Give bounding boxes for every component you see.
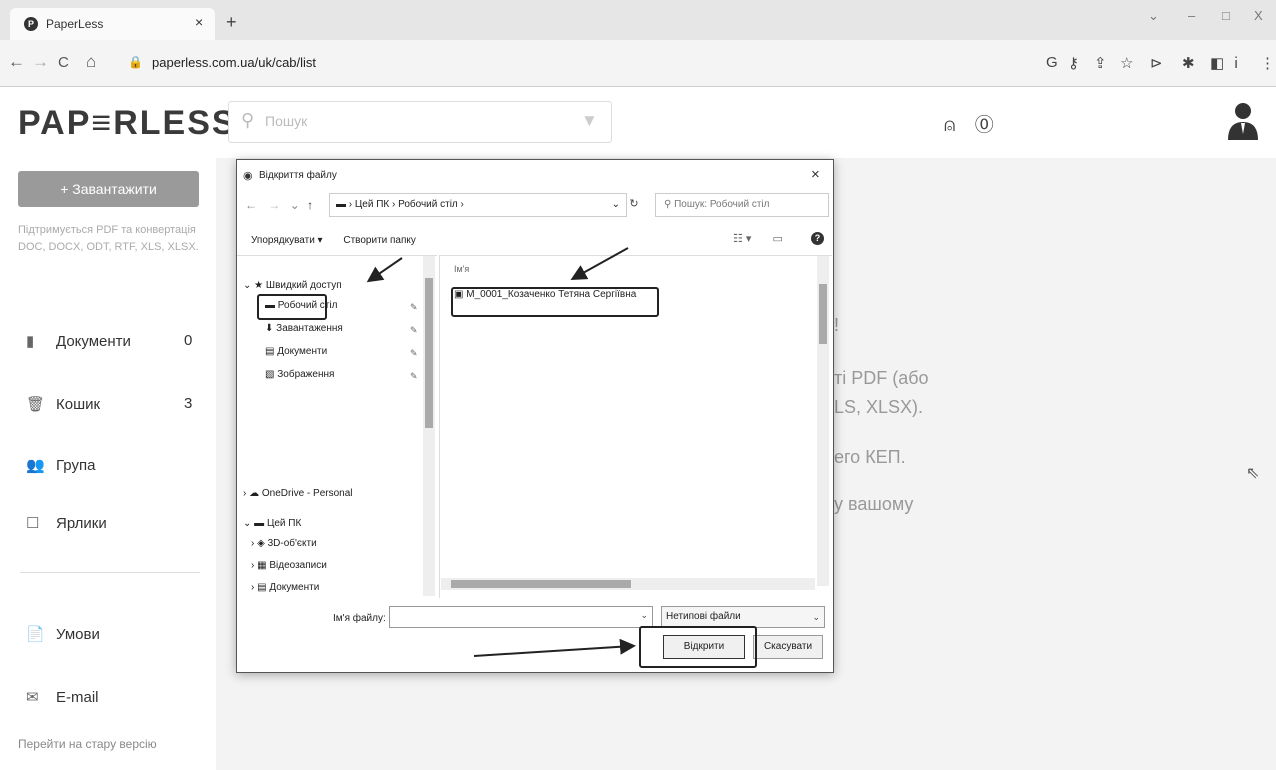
arrow-to-desktop [366,257,403,283]
arrow-to-open-button [473,638,636,657]
arrow-to-file [570,247,629,280]
annotation-arrows [366,247,636,657]
